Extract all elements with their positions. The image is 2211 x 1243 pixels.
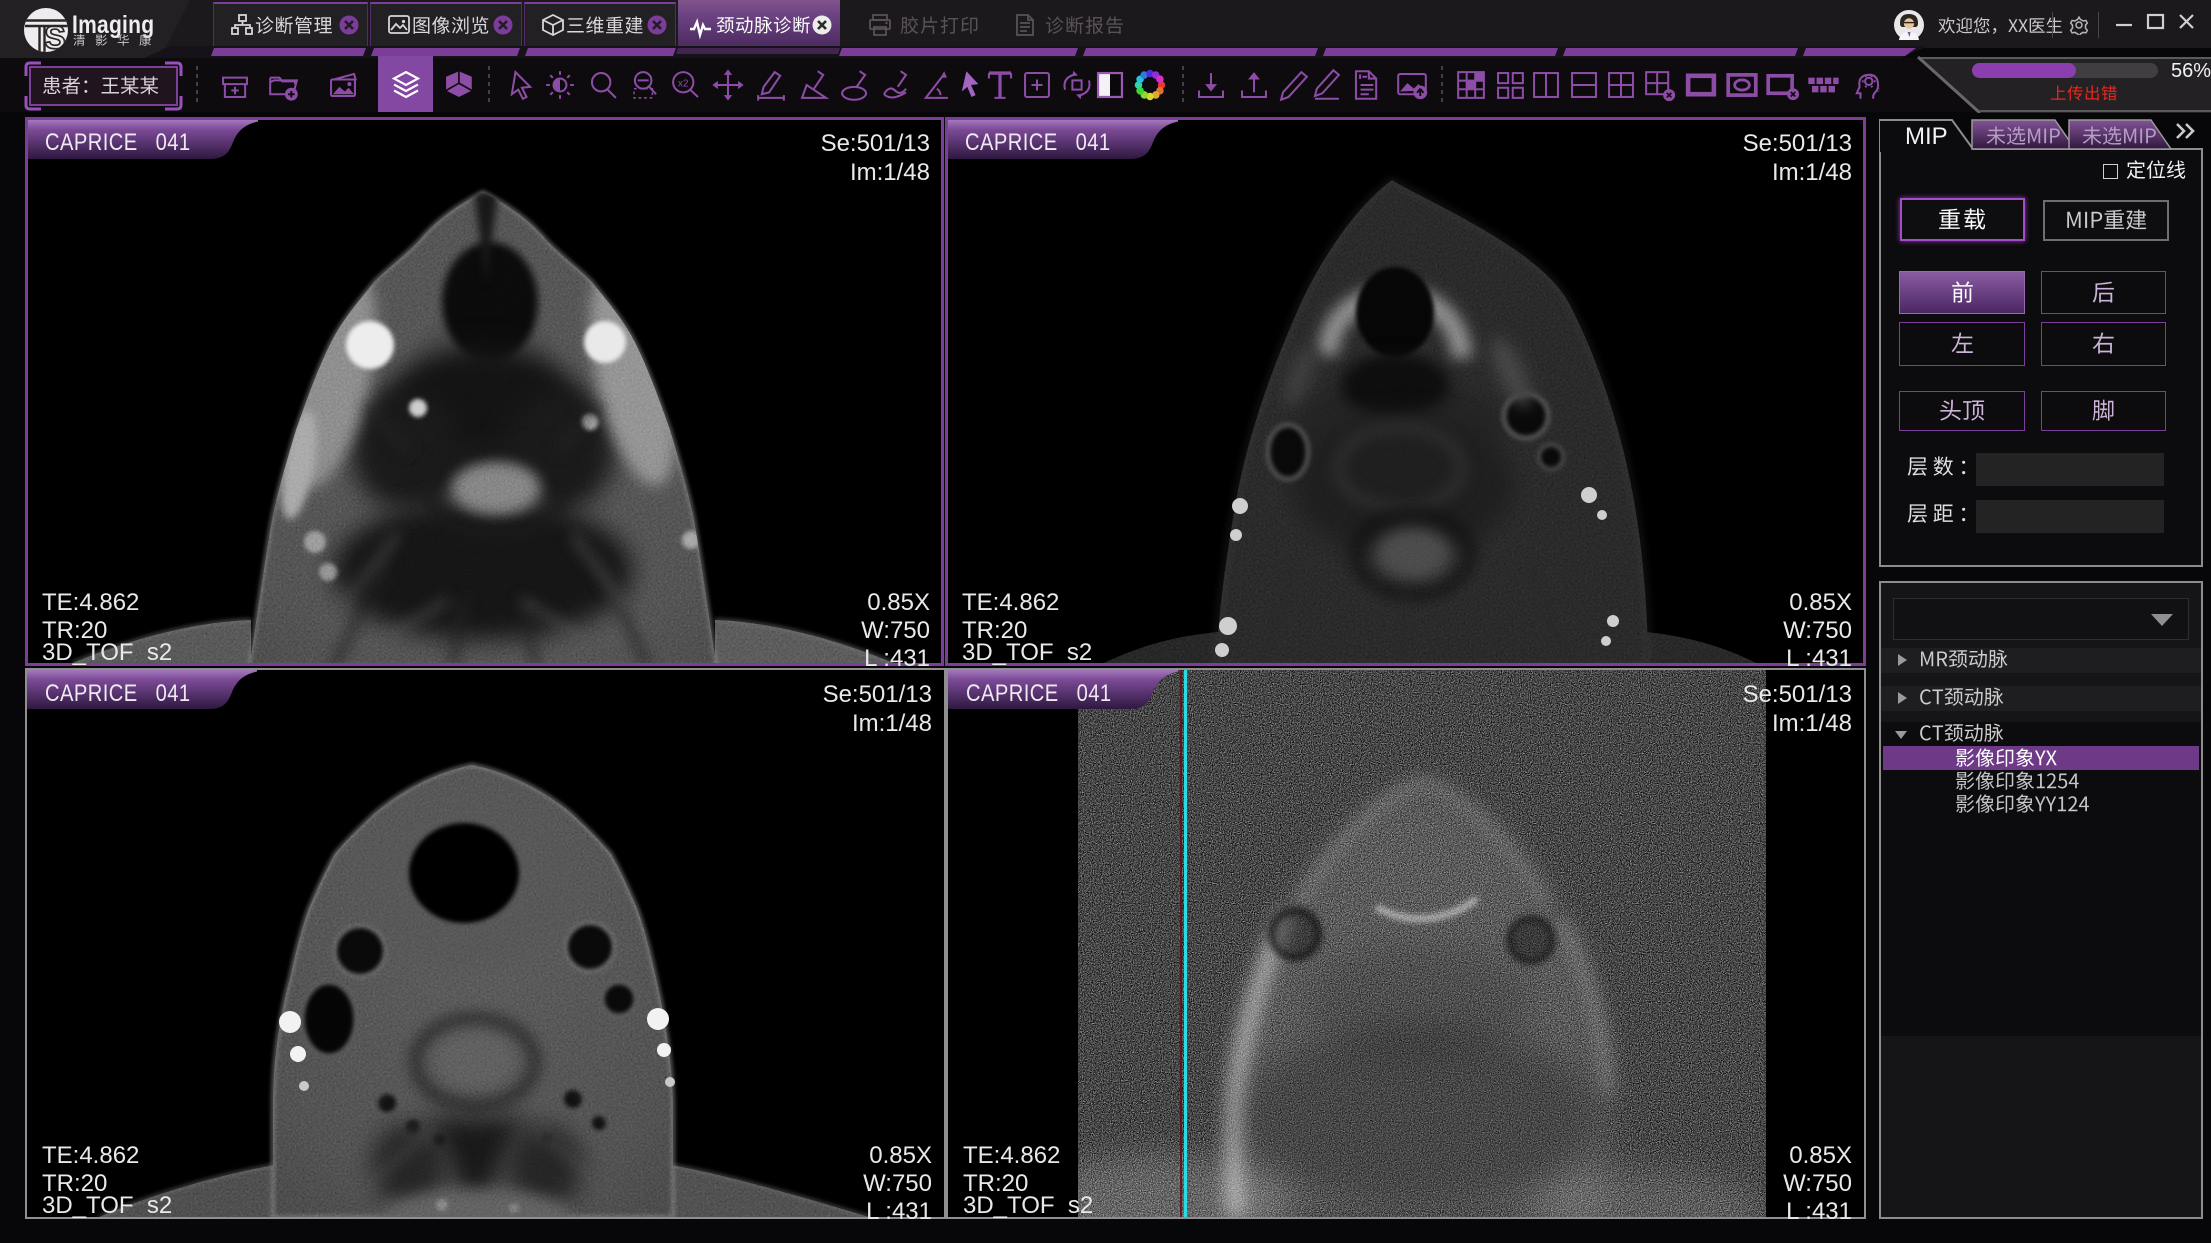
svg-text:x2: x2 [678, 78, 689, 89]
svg-text:c: c [1876, 84, 1880, 93]
